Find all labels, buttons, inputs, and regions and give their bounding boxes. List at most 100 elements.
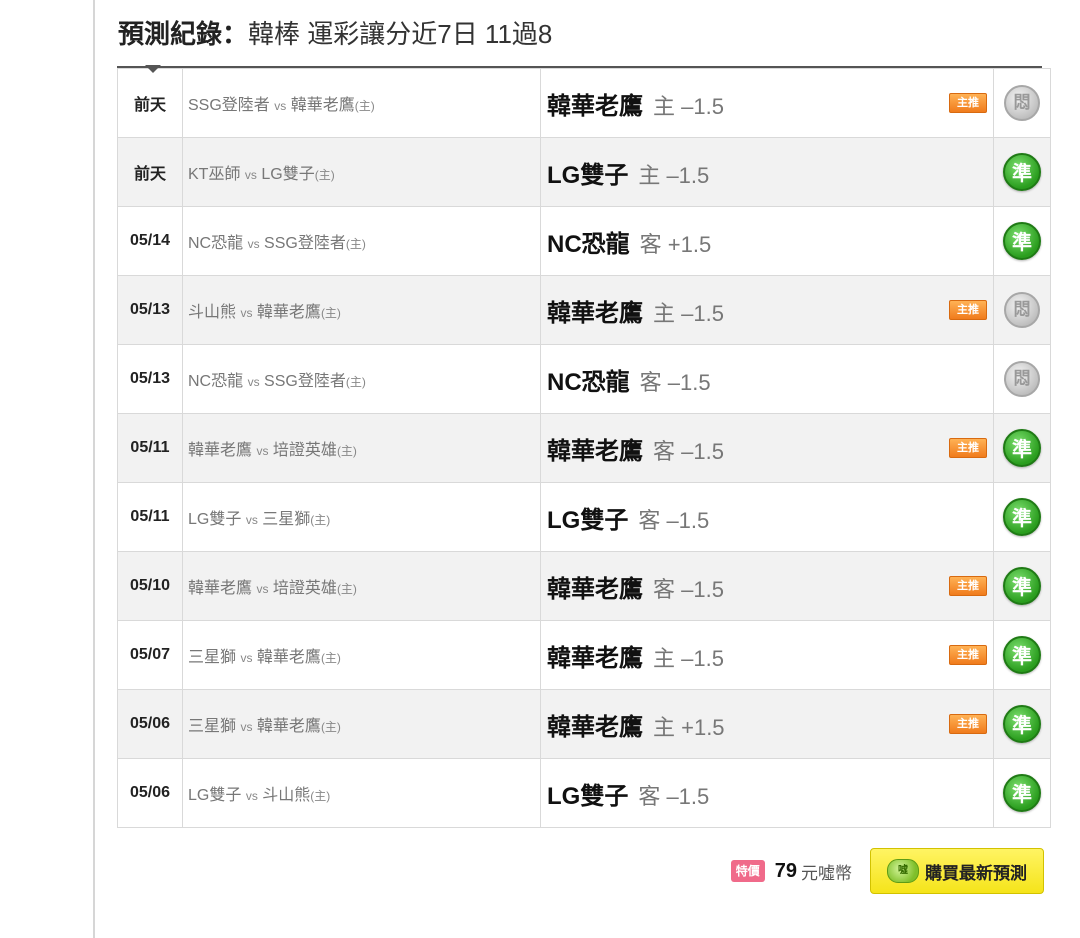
home-marker: (主) [320, 306, 341, 320]
row-result: 準 [993, 137, 1051, 207]
away-team: 韓華老鷹 [188, 580, 253, 597]
table-row[interactable]: 05/13 斗山熊 vs 韓華老鷹(主) 韓華老鷹主 –1.5 主推悶 [117, 275, 1051, 345]
main-pick-badge: 主推 [949, 93, 987, 113]
table-row[interactable]: 前天 SSG登陸者 vs 韓華老鷹(主) 韓華老鷹主 –1.5 主推悶 [117, 68, 1051, 138]
row-date: 05/06 [117, 689, 183, 759]
home-team: 斗山熊 [262, 787, 311, 804]
away-team: 韓華老鷹 [188, 442, 253, 459]
table-row[interactable]: 05/10 韓華老鷹 vs 培證英雄(主) 韓華老鷹客 –1.5 主推準 [117, 551, 1051, 621]
main-pick-badge: 主推 [949, 438, 987, 458]
row-result: 準 [993, 413, 1051, 483]
row-date: 05/14 [117, 206, 183, 276]
vs-label: vs [256, 444, 269, 458]
table-row[interactable]: 05/07 三星獅 vs 韓華老鷹(主) 韓華老鷹主 –1.5 主推準 [117, 620, 1051, 690]
home-marker: (主) [345, 375, 366, 389]
pick-team: LG雙子 [547, 161, 629, 189]
pick-team: 韓華老鷹 [547, 644, 643, 672]
row-result: 準 [993, 206, 1051, 276]
row-date: 前天 [117, 137, 183, 207]
row-result: 準 [993, 551, 1051, 621]
home-marker: (主) [320, 651, 341, 665]
home-team: SSG登陸者 [264, 235, 346, 252]
away-team: 三星獅 [188, 718, 237, 735]
win-result-icon: 準 [1003, 153, 1041, 191]
pick-team: 韓華老鷹 [547, 575, 643, 603]
vs-label: vs [256, 582, 269, 596]
home-team: 韓華老鷹 [256, 304, 321, 321]
away-team: NC恐龍 [188, 235, 244, 252]
table-row[interactable]: 05/11 韓華老鷹 vs 培證英雄(主) 韓華老鷹客 –1.5 主推準 [117, 413, 1051, 483]
row-result: 悶 [993, 68, 1051, 138]
away-team: LG雙子 [188, 511, 242, 528]
vs-label: vs [240, 651, 253, 665]
row-result: 準 [993, 482, 1051, 552]
win-result-icon: 準 [1003, 705, 1041, 743]
pick-line: 主 –1.5 [653, 645, 724, 671]
pick-team: 韓華老鷹 [547, 92, 643, 120]
push-result-icon: 悶 [1004, 85, 1040, 121]
away-team: NC恐龍 [188, 373, 244, 390]
row-result: 準 [993, 689, 1051, 759]
row-matchup: NC恐龍 vs SSG登陸者(主) [182, 344, 541, 414]
table-row[interactable]: 05/11 LG雙子 vs 三星獅(主) LG雙子客 –1.5 準 [117, 482, 1051, 552]
pick-line: 主 +1.5 [653, 714, 725, 740]
table-row[interactable]: 05/13 NC恐龍 vs SSG登陸者(主) NC恐龍客 –1.5 悶 [117, 344, 1051, 414]
home-team: 韓華老鷹 [290, 97, 355, 114]
pick-line: 客 –1.5 [638, 507, 710, 533]
away-team: 斗山熊 [188, 304, 237, 321]
row-matchup: NC恐龍 vs SSG登陸者(主) [182, 206, 541, 276]
row-pick: 韓華老鷹客 –1.5 主推 [540, 551, 994, 621]
row-matchup: SSG登陸者 vs 韓華老鷹(主) [182, 68, 541, 138]
home-team: 韓華老鷹 [256, 649, 321, 666]
pick-team: NC恐龍 [547, 230, 630, 258]
row-pick: NC恐龍客 +1.5 [540, 206, 994, 276]
table-row[interactable]: 05/06 三星獅 vs 韓華老鷹(主) 韓華老鷹主 +1.5 主推準 [117, 689, 1051, 759]
buy-latest-prediction-button[interactable]: 噓 購買最新預測 [870, 848, 1044, 894]
buy-button-label: 購買最新預測 [925, 863, 1027, 883]
special-price-badge: 特價 [730, 860, 765, 882]
home-team: 培證英雄 [272, 580, 337, 597]
home-marker: (主) [345, 237, 366, 251]
purchase-bar: 特價 79 元噓幣 噓 購買最新預測 [730, 847, 1044, 895]
row-pick: LG雙子客 –1.5 [540, 482, 994, 552]
main-pick-badge: 主推 [949, 300, 987, 320]
row-pick: 韓華老鷹主 –1.5 主推 [540, 620, 994, 690]
home-marker: (主) [314, 168, 335, 182]
home-marker: (主) [336, 582, 357, 596]
pick-line: 主 –1.5 [638, 162, 710, 188]
row-result: 準 [993, 620, 1051, 690]
win-result-icon: 準 [1003, 636, 1041, 674]
row-pick: LG雙子客 –1.5 [540, 758, 994, 828]
vs-label: vs [247, 375, 260, 389]
row-date: 05/13 [117, 275, 183, 345]
page-title-prefix: 預測紀錄： [118, 19, 249, 49]
pick-line: 客 –1.5 [639, 369, 711, 395]
vs-label: vs [247, 237, 260, 251]
table-row[interactable]: 05/14 NC恐龍 vs SSG登陸者(主) NC恐龍客 +1.5 準 [117, 206, 1051, 276]
page-title-subject: 韓棒 運彩讓分近7日 11過8 [248, 19, 553, 49]
row-date: 05/07 [117, 620, 183, 690]
vs-label: vs [245, 789, 258, 803]
vs-label: vs [240, 306, 253, 320]
pick-team: 韓華老鷹 [547, 299, 643, 327]
win-result-icon: 準 [1003, 774, 1041, 812]
row-pick: NC恐龍客 –1.5 [540, 344, 994, 414]
main-pick-badge: 主推 [949, 576, 987, 596]
row-result: 準 [993, 758, 1051, 828]
row-date: 05/13 [117, 344, 183, 414]
home-team: 三星獅 [262, 511, 311, 528]
vs-label: vs [274, 99, 287, 113]
row-matchup: 三星獅 vs 韓華老鷹(主) [182, 620, 541, 690]
table-row[interactable]: 05/06 LG雙子 vs 斗山熊(主) LG雙子客 –1.5 準 [117, 758, 1051, 828]
home-marker: (主) [320, 720, 341, 734]
pick-team: LG雙子 [547, 782, 629, 810]
table-row[interactable]: 前天 KT巫師 vs LG雙子(主) LG雙子主 –1.5 準 [117, 137, 1051, 207]
row-result: 悶 [993, 344, 1051, 414]
pick-line: 客 +1.5 [639, 231, 712, 257]
row-date: 05/10 [117, 551, 183, 621]
win-result-icon: 準 [1003, 498, 1041, 536]
prediction-record-table: 前天 SSG登陸者 vs 韓華老鷹(主) 韓華老鷹主 –1.5 主推悶前天 KT巫師 v… [117, 65, 1051, 828]
home-marker: (主) [310, 789, 331, 803]
win-result-icon: 準 [1003, 222, 1041, 260]
row-pick: 韓華老鷹主 –1.5 主推 [540, 68, 994, 138]
